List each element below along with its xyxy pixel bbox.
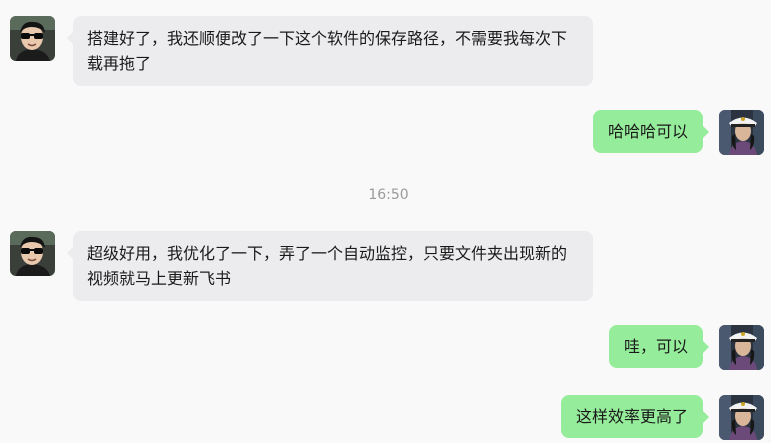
self-avatar-captain-hat-icon: [719, 325, 764, 370]
message-bubble-incoming[interactable]: 超级好用，我优化了一下，弄了一个自动监控，只要文件夹出现新的视频就马上更新飞书: [67, 231, 593, 301]
message-text: 超级好用，我优化了一下，弄了一个自动监控，只要文件夹出现新的视频就马上更新飞书: [87, 244, 568, 288]
friend-avatar-sunglasses-icon: [10, 231, 55, 276]
friend-avatar[interactable]: [10, 16, 55, 61]
message-timestamp: 16:50: [368, 187, 409, 203]
message-bubble-outgoing[interactable]: 这样效率更高了: [560, 395, 710, 438]
self-avatar-captain-hat-icon: [719, 395, 764, 440]
self-avatar[interactable]: [719, 110, 764, 155]
message-bubble-outgoing[interactable]: 哈哈哈可以: [592, 110, 710, 153]
message-bubble-incoming[interactable]: 搭建好了，我还顺便改了一下这个软件的保存路径，不需要我每次下载再拖了: [67, 16, 593, 86]
friend-avatar-sunglasses-icon: [10, 16, 55, 61]
message-bubble-outgoing[interactable]: 哇，可以: [608, 325, 710, 368]
chat-conversation: 搭建好了，我还顺便改了一下这个软件的保存路径，不需要我每次下载再拖了 哈哈哈可以…: [0, 0, 771, 443]
message-text: 哈哈哈可以: [607, 122, 688, 141]
self-avatar[interactable]: [719, 325, 764, 370]
friend-avatar[interactable]: [10, 231, 55, 276]
message-text: 这样效率更高了: [575, 407, 688, 426]
message-text: 哇，可以: [623, 337, 688, 356]
self-avatar[interactable]: [719, 395, 764, 440]
self-avatar-captain-hat-icon: [719, 110, 764, 155]
message-text: 搭建好了，我还顺便改了一下这个软件的保存路径，不需要我每次下载再拖了: [87, 29, 568, 73]
